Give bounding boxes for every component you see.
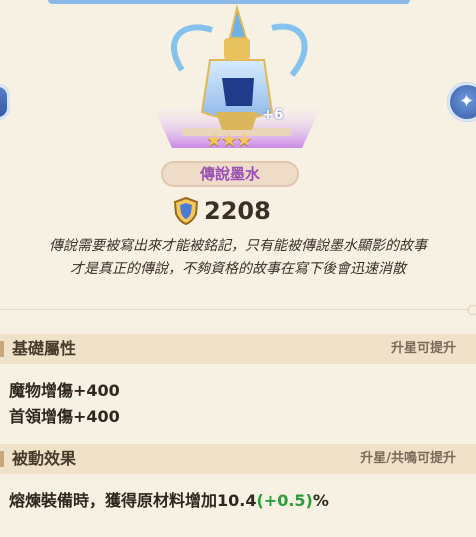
shield-power-icon — [173, 196, 199, 226]
passive-effect-line: 熔煉裝備時，獲得原材料增加10.4(+0.5)% — [9, 487, 329, 511]
next-item-button[interactable]: ✦ — [447, 82, 476, 122]
base-attribute-line: 首領增傷+400 — [9, 407, 120, 426]
section-hint: 升星可提升 — [390, 341, 456, 356]
passive-effect-unit: % — [312, 491, 329, 510]
section-marker — [0, 341, 4, 357]
passive-effect-text: 熔煉裝備時，獲得原材料增加10.4 — [9, 491, 257, 510]
section-marker — [0, 451, 4, 467]
section-base-attributes: 基礎屬性 升星可提升 — [0, 334, 476, 364]
divider-ornament — [468, 305, 476, 315]
section-title: 被動效果 — [12, 449, 77, 468]
section-hint: 升星/共鳴可提升 — [360, 451, 456, 466]
section-title: 基礎屬性 — [12, 339, 77, 358]
item-name: 傳說墨水 — [199, 165, 260, 183]
power-value: 2208 — [204, 197, 271, 225]
prev-item-button[interactable] — [0, 84, 10, 120]
enhance-level: +6 — [262, 107, 284, 123]
base-attribute-line: 魔物增傷+400 — [9, 381, 120, 400]
item-description: 傳說需要被寫出來才能被銘記，只有能被傳說墨水顯影的故事 才是真正的傳說，不夠資格… — [12, 235, 464, 281]
divider — [0, 309, 472, 310]
power-row: 2208 — [172, 195, 271, 227]
passive-effect-bonus: (+0.5) — [256, 491, 313, 510]
sparkle-icon: ✦ — [459, 91, 475, 112]
section-passive-effects: 被動效果 升星/共鳴可提升 — [0, 444, 476, 474]
star-rating: ★★★ — [206, 130, 252, 151]
description-line-1: 傳說需要被寫出來才能被銘記，只有能被傳說墨水顯影的故事 — [49, 238, 427, 254]
item-name-plate: 傳說墨水 — [161, 161, 299, 187]
description-line-2: 才是真正的傳說，不夠資格的故事在寫下後會迅速消散 — [70, 261, 406, 277]
